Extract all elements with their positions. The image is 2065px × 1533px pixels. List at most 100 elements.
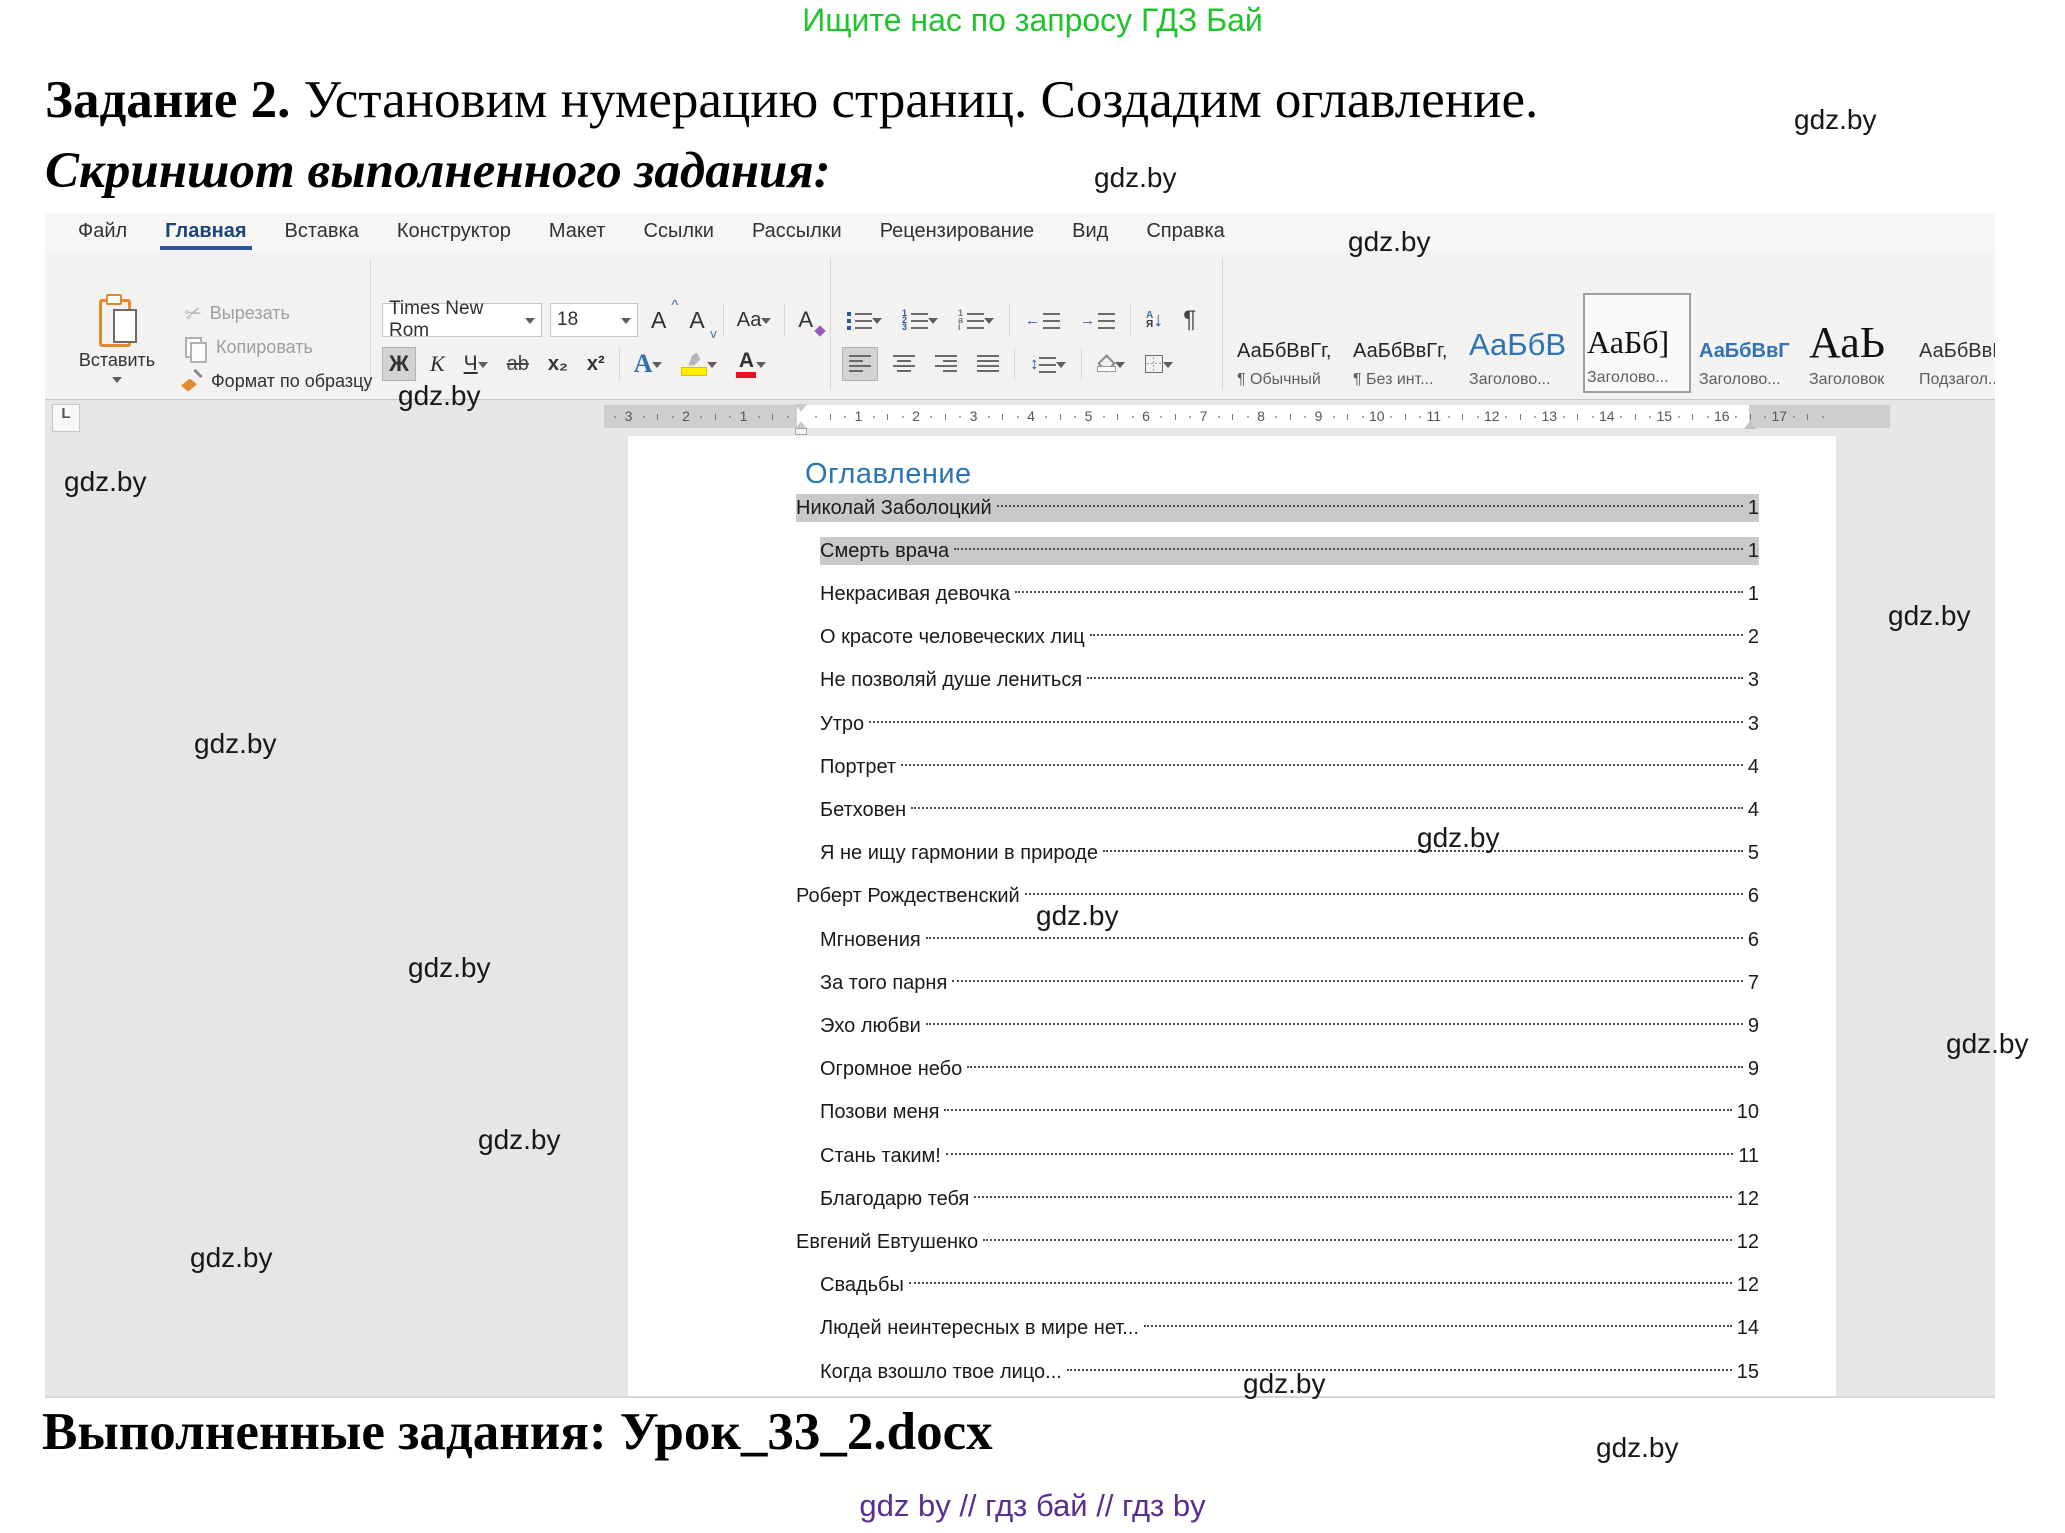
tab-stop-selector[interactable]: L bbox=[52, 404, 80, 432]
toc-dot-leader bbox=[1090, 634, 1743, 636]
ruler-tick bbox=[1232, 414, 1233, 420]
tab-вид[interactable]: Вид bbox=[1053, 213, 1127, 251]
font-size-combo[interactable]: 18 bbox=[550, 303, 638, 337]
toc-entry[interactable]: За того парня7 bbox=[820, 969, 1759, 997]
tab-главная[interactable]: Главная bbox=[146, 213, 265, 251]
tab-ссылки[interactable]: Ссылки bbox=[625, 213, 733, 251]
left-indent-marker[interactable] bbox=[795, 428, 807, 435]
style-card[interactable]: АаЬЗаголовок bbox=[1807, 293, 1915, 393]
copy-label: Копировать bbox=[216, 337, 313, 358]
ruler-dot bbox=[1160, 416, 1162, 418]
shrink-font-button[interactable]: А bbox=[684, 303, 714, 337]
change-case-button[interactable]: Аа bbox=[732, 303, 777, 337]
align-left-button[interactable] bbox=[842, 347, 878, 381]
strikethrough-button[interactable]: ab bbox=[502, 347, 534, 381]
toc-entry[interactable]: О красоте человеческих лиц2 bbox=[820, 624, 1759, 652]
ruler-dot bbox=[1074, 416, 1076, 418]
toc-entry[interactable]: Портрет4 bbox=[820, 753, 1759, 781]
bullet-list-button[interactable] bbox=[842, 303, 887, 337]
increase-indent-button[interactable]: → bbox=[1075, 303, 1120, 337]
underline-button[interactable]: Ч bbox=[459, 347, 493, 381]
toc-entry[interactable]: Эхо любви9 bbox=[820, 1012, 1759, 1040]
toc-entry[interactable]: Евгений Евтушенко12 bbox=[796, 1228, 1759, 1256]
format-painter-button[interactable]: Формат по образцу bbox=[181, 371, 372, 392]
chevron-down-icon bbox=[621, 318, 631, 329]
italic-button[interactable]: К bbox=[425, 347, 450, 381]
format-painter-icon bbox=[181, 372, 203, 392]
font-name-value: Times New Rom bbox=[389, 298, 525, 342]
toc-entry-text: Некрасивая девочка bbox=[820, 583, 1010, 606]
toc-entry[interactable]: Некрасивая девочка1 bbox=[820, 580, 1759, 608]
tab-конструктор[interactable]: Конструктор bbox=[378, 213, 530, 251]
tab-вставка[interactable]: Вставка bbox=[266, 213, 378, 251]
text-highlight-button[interactable] bbox=[676, 347, 722, 381]
numbered-list-button[interactable]: 1 2 3 bbox=[897, 303, 943, 337]
toc-entry[interactable]: Людей неинтересных в мире нет...14 bbox=[820, 1315, 1759, 1343]
toc-entry[interactable]: Огромное небо9 bbox=[820, 1056, 1759, 1084]
font-color-button[interactable]: А bbox=[731, 347, 771, 381]
superscript-button[interactable]: x² bbox=[582, 347, 610, 381]
toc-entry[interactable]: Николай Заболоцкий1 bbox=[796, 494, 1759, 522]
toc-dot-leader bbox=[1087, 677, 1743, 679]
tab-справка[interactable]: Справка bbox=[1127, 213, 1243, 251]
chevron-down-icon bbox=[525, 318, 535, 329]
tab-файл[interactable]: Файл bbox=[59, 213, 146, 251]
clear-formatting-button[interactable]: А bbox=[793, 303, 821, 337]
toc-entry[interactable]: Смерть врача1 bbox=[820, 537, 1759, 565]
ruler-tick bbox=[1405, 414, 1406, 420]
style-card[interactable]: АаБбВвГЗаголово... bbox=[1697, 293, 1805, 393]
style-sample: АаБбВвГг, bbox=[1237, 340, 1331, 363]
font-name-combo[interactable]: Times New Rom bbox=[382, 303, 542, 337]
ruler-number: 10 bbox=[1369, 408, 1383, 424]
gdz-watermark: gdz.by bbox=[64, 466, 147, 498]
borders-button[interactable] bbox=[1140, 347, 1178, 381]
chevron-down-icon bbox=[756, 362, 766, 373]
shading-button[interactable] bbox=[1092, 347, 1130, 381]
toc-entry[interactable]: Благодарю тебя12 bbox=[820, 1185, 1759, 1213]
justify-button[interactable] bbox=[972, 347, 1004, 381]
show-marks-button[interactable]: ¶ bbox=[1178, 303, 1201, 337]
tab-макет[interactable]: Макет bbox=[530, 213, 625, 251]
gdz-watermark: gdz.by bbox=[190, 1242, 273, 1274]
align-center-button[interactable] bbox=[888, 347, 920, 381]
toc-entry[interactable]: Позови меня10 bbox=[820, 1099, 1759, 1127]
multilevel-list-button[interactable]: 1 a i bbox=[953, 303, 999, 337]
cut-button[interactable]: ✂ Вырезать bbox=[185, 301, 290, 326]
toc-entry[interactable]: Бетховен4 bbox=[820, 796, 1759, 824]
toc-entry[interactable]: Мгновения6 bbox=[820, 926, 1759, 954]
ruler-dot bbox=[1563, 416, 1565, 418]
align-right-button[interactable] bbox=[930, 347, 962, 381]
gdz-watermark: gdz.by bbox=[1794, 104, 1877, 136]
ruler-dot bbox=[643, 416, 645, 418]
horizontal-ruler[interactable]: 3211234567891011121314151617 bbox=[604, 405, 1890, 428]
decrease-indent-button[interactable]: ← bbox=[1020, 303, 1065, 337]
first-line-indent-marker[interactable] bbox=[795, 404, 807, 412]
toc-dot-leader bbox=[1025, 893, 1743, 895]
toc-entry[interactable]: Я не ищу гармонии в природе5 bbox=[820, 840, 1759, 868]
text-effects-button[interactable]: A bbox=[629, 347, 668, 381]
bold-button[interactable]: Ж bbox=[382, 347, 416, 381]
toc-page-number: 7 bbox=[1748, 972, 1759, 995]
toc-entry[interactable]: Роберт Рождественский6 bbox=[796, 883, 1759, 911]
toc-dot-leader bbox=[911, 807, 1743, 809]
style-card[interactable]: АаБбВЗаголово... bbox=[1467, 293, 1575, 393]
tab-рецензирование[interactable]: Рецензирование bbox=[861, 213, 1053, 251]
copy-button[interactable]: Копировать bbox=[185, 337, 313, 358]
ruler-dot bbox=[1505, 416, 1507, 418]
tab-рассылки[interactable]: Рассылки bbox=[733, 213, 861, 251]
style-card[interactable]: АаБбВвГг,¶ Без инт... bbox=[1351, 293, 1459, 393]
toc-entry-text: Не позволяй душе лениться bbox=[820, 669, 1082, 692]
style-card[interactable]: АаБбВвГПодзагол.. bbox=[1917, 293, 1995, 393]
toc-entry[interactable]: Утро3 bbox=[820, 710, 1759, 738]
right-indent-marker[interactable] bbox=[1744, 421, 1756, 429]
paste-button[interactable]: Вставить bbox=[63, 293, 171, 411]
toc-entry[interactable]: Стань таким!11 bbox=[820, 1142, 1759, 1170]
toc-entry[interactable]: Не позволяй душе лениться3 bbox=[820, 667, 1759, 695]
grow-font-button[interactable]: А bbox=[646, 303, 676, 337]
style-card[interactable]: АаБбВвГг,¶ Обычный bbox=[1235, 293, 1343, 393]
style-card[interactable]: АаБб]Заголово... bbox=[1583, 293, 1691, 393]
sort-button[interactable]: А Я↓ bbox=[1141, 303, 1168, 337]
subscript-button[interactable]: x₂ bbox=[543, 347, 573, 381]
toc-entry[interactable]: Свадьбы12 bbox=[820, 1272, 1759, 1300]
line-spacing-button[interactable]: ↕ bbox=[1025, 347, 1071, 381]
